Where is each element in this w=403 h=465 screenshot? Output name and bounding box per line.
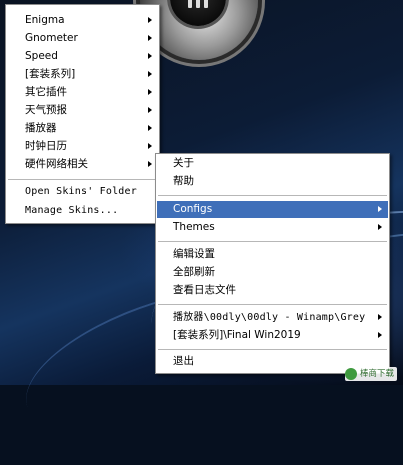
menu-item-label: 帮助 <box>173 175 194 187</box>
submenu-arrow-icon <box>148 89 152 95</box>
gauge-center <box>170 0 226 26</box>
menu-item-suite-series[interactable]: [套装系列] <box>7 66 158 83</box>
submenu-arrow-icon <box>378 206 382 212</box>
gauge-bar-icon <box>188 0 192 8</box>
menu-item-refresh-all[interactable]: 全部刷新 <box>157 264 388 281</box>
site-watermark: 棒商下载 <box>344 367 397 381</box>
submenu-arrow-icon <box>148 53 152 59</box>
menu-item-label: 时钟日历 <box>25 140 67 152</box>
menu-item-label: 其它插件 <box>25 86 67 98</box>
menu-item-manage-skins[interactable]: Manage Skins... <box>7 202 158 219</box>
menu-separator <box>8 179 157 180</box>
menu-item-label: Configs <box>173 203 213 215</box>
submenu-arrow-icon <box>378 314 382 320</box>
submenu-arrow-icon <box>378 224 382 230</box>
menu-item-label: [套装系列] <box>25 68 76 80</box>
menu-item-label: Themes <box>173 221 215 233</box>
gauge-bar-icon <box>204 0 208 8</box>
menu-item-configs[interactable]: Configs <box>157 201 388 218</box>
skin-submenu: 关于 帮助 Configs Themes 编辑设置 全部刷新 查看日志文件 播放… <box>155 153 390 374</box>
menu-item-label: Enigma <box>25 14 65 26</box>
skins-context-menu: Enigma Gnometer Speed [套装系列] 其它插件 天气预报 播… <box>5 4 160 224</box>
submenu-arrow-icon <box>148 143 152 149</box>
menu-item-hardware-network[interactable]: 硬件网络相关 <box>7 156 158 173</box>
menu-item-label: 退出 <box>173 355 194 367</box>
menu-item-help[interactable]: 帮助 <box>157 173 388 190</box>
submenu-arrow-icon <box>148 35 152 41</box>
menu-item-active-skin-winamp[interactable]: 播放器\00dly\00dly - Winamp\Grey <box>157 309 388 326</box>
menu-item-edit-settings[interactable]: 编辑设置 <box>157 246 388 263</box>
menu-item-player[interactable]: 播放器 <box>7 120 158 137</box>
menu-item-about[interactable]: 关于 <box>157 155 388 172</box>
menu-item-active-skin-final-win2019[interactable]: [套装系列]\Final Win2019 <box>157 327 388 344</box>
menu-item-label: [套装系列]\Final Win2019 <box>173 329 301 341</box>
menu-item-label: Gnometer <box>25 32 78 44</box>
gauge-bar-icon <box>196 0 200 8</box>
menu-item-label: 编辑设置 <box>173 248 215 260</box>
menu-item-open-skins-folder[interactable]: Open Skins' Folder <box>7 183 158 200</box>
menu-item-themes[interactable]: Themes <box>157 219 388 236</box>
menu-item-label: 关于 <box>173 157 194 169</box>
submenu-arrow-icon <box>148 71 152 77</box>
submenu-arrow-icon <box>148 107 152 113</box>
menu-item-label: 播放器\00dly\00dly - Winamp\Grey <box>173 312 366 323</box>
menu-item-label: Speed <box>25 50 58 62</box>
menu-item-other-plugins[interactable]: 其它插件 <box>7 84 158 101</box>
submenu-arrow-icon <box>148 125 152 131</box>
menu-item-view-log[interactable]: 查看日志文件 <box>157 282 388 299</box>
submenu-arrow-icon <box>148 17 152 23</box>
menu-item-label: Open Skins' Folder <box>25 186 137 197</box>
menu-item-label: 天气预报 <box>25 104 67 116</box>
site-logo-icon <box>344 368 357 380</box>
menu-item-label: 全部刷新 <box>173 266 215 278</box>
menu-separator <box>158 241 387 242</box>
menu-separator <box>158 195 387 196</box>
menu-item-enigma[interactable]: Enigma <box>7 12 158 29</box>
menu-item-weather[interactable]: 天气预报 <box>7 102 158 119</box>
menu-separator <box>158 349 387 350</box>
menu-item-label: Manage Skins... <box>25 205 119 216</box>
menu-item-gnometer[interactable]: Gnometer <box>7 30 158 47</box>
menu-item-label: 查看日志文件 <box>173 284 236 296</box>
menu-item-label: 硬件网络相关 <box>25 158 88 170</box>
submenu-arrow-icon <box>378 332 382 338</box>
menu-item-clock-calendar[interactable]: 时钟日历 <box>7 138 158 155</box>
menu-item-speed[interactable]: Speed <box>7 48 158 65</box>
menu-separator <box>158 304 387 305</box>
submenu-arrow-icon <box>148 161 152 167</box>
menu-item-label: 播放器 <box>25 122 57 134</box>
watermark-text: 棒商下载 <box>359 369 394 379</box>
